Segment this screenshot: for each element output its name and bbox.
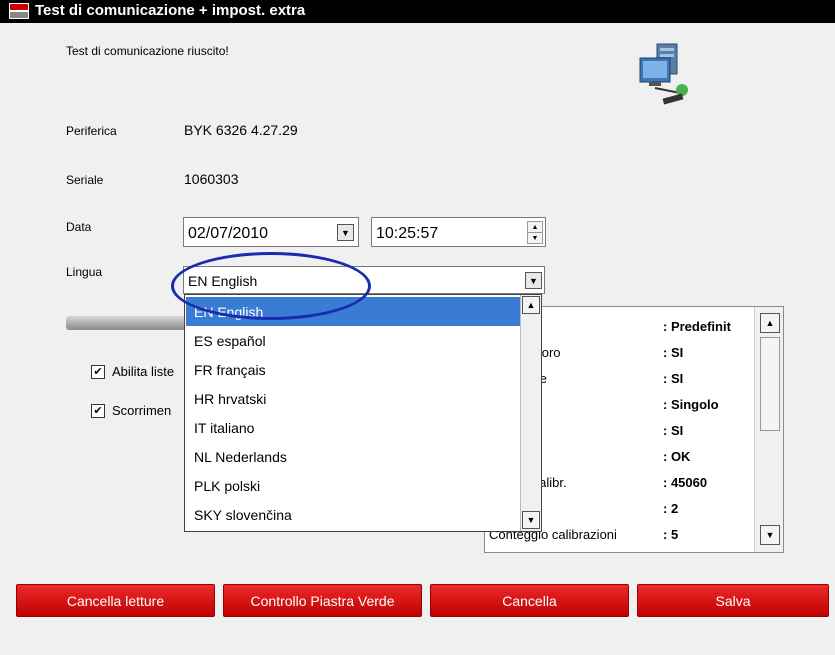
time-value: 10:25:57 (376, 225, 439, 242)
salva-button[interactable]: Salva (637, 584, 829, 617)
language-option[interactable]: PLK polski (186, 471, 521, 500)
scroll-thumb[interactable] (760, 337, 780, 431)
date-dropdown-button[interactable]: ▼ (337, 224, 354, 241)
language-dropdown-list[interactable]: EN English ES español FR français HR hrv… (184, 294, 542, 532)
lingua-label: Lingua (66, 265, 103, 279)
abilita-liste-checkbox[interactable]: ✔ Abilita liste (91, 364, 174, 379)
language-option[interactable]: SKY slovenčina (186, 500, 521, 529)
language-option[interactable]: FR français (186, 355, 521, 384)
scorrimento-checkbox[interactable]: ✔ Scorrimen (91, 403, 171, 418)
dropdown-scrollbar[interactable]: ▲ ▼ (520, 295, 541, 531)
abilita-liste-label: Abilita liste (112, 364, 175, 379)
scroll-up-button[interactable]: ▲ (760, 313, 780, 333)
language-option[interactable]: IT italiano (186, 413, 521, 442)
cancella-button[interactable]: Cancella (430, 584, 629, 617)
periferica-label: Periferica (66, 124, 117, 138)
scroll-down-button[interactable]: ▼ (522, 511, 540, 529)
language-option[interactable]: ES español (186, 326, 521, 355)
language-option[interactable]: NL Nederlands (186, 442, 521, 471)
computer-network-icon (639, 43, 688, 105)
check-icon: ✔ (91, 364, 105, 379)
cancella-letture-button[interactable]: Cancella letture (16, 584, 215, 617)
progress-bar (66, 316, 186, 330)
annotation-ellipse (171, 252, 371, 320)
status-message: Test di comunicazione riuscito! (66, 44, 229, 58)
title-bar: Test di comunicazione + impost. extra (0, 0, 835, 23)
date-value: 02/07/2010 (188, 225, 269, 242)
time-down-button[interactable]: ▼ (527, 232, 543, 244)
scroll-down-button[interactable]: ▼ (760, 525, 780, 545)
info-scrollbar[interactable]: ▲ ▼ (754, 307, 783, 552)
language-dropdown-button[interactable]: ▼ (525, 272, 542, 289)
window-title: Test di comunicazione + impost. extra (35, 2, 306, 19)
time-field[interactable]: 10:25:57 ▲ ▼ (371, 217, 546, 247)
language-option[interactable]: HR hrvatski (186, 384, 521, 413)
seriale-value: 1060303 (184, 171, 239, 187)
controllo-piastra-verde-button[interactable]: Controllo Piastra Verde (223, 584, 422, 617)
check-icon: ✔ (91, 403, 105, 418)
seriale-label: Seriale (66, 173, 104, 187)
periferica-value: BYK 6326 4.27.29 (184, 122, 298, 138)
app-icon (9, 3, 29, 19)
scorrimento-label: Scorrimen (112, 403, 172, 418)
date-picker[interactable]: 02/07/2010 ▼ (183, 217, 359, 247)
data-label: Data (66, 220, 92, 234)
scroll-up-button[interactable]: ▲ (522, 296, 540, 314)
